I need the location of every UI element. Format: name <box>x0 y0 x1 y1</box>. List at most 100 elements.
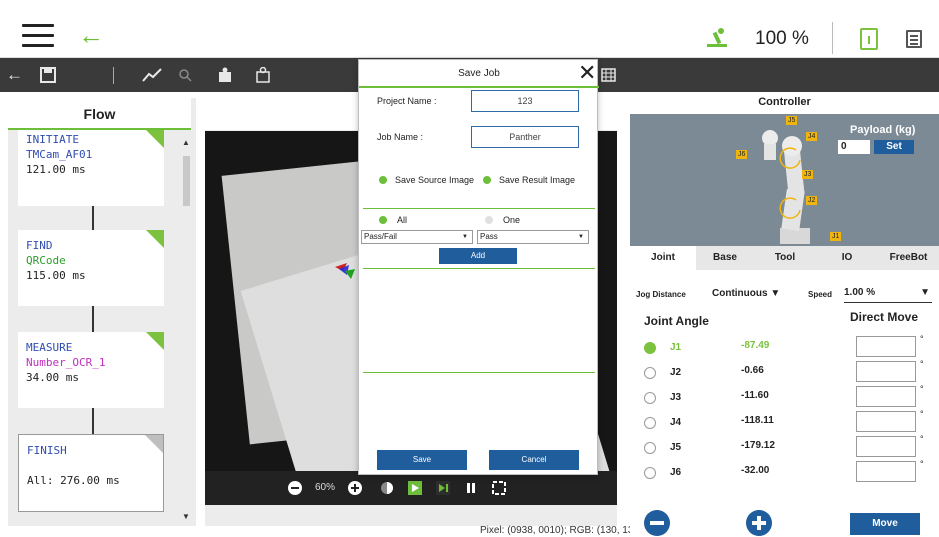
joint-value: -118.11 <box>741 415 774 426</box>
menu-icon[interactable] <box>22 24 54 48</box>
node-time: 34.00 ms <box>26 371 79 384</box>
flow-node-initiate[interactable]: INITIATE TMCam_AF01 121.00 ms <box>18 130 164 206</box>
degree-symbol: ° <box>920 434 924 444</box>
dialog-title: Save Job <box>359 60 599 88</box>
joint-row-j5: J5 -179.12 ° <box>630 434 939 460</box>
flow-node-measure[interactable]: MEASURE Number_OCR_1 34.00 ms <box>18 332 164 408</box>
direct-move-input-j5[interactable] <box>856 436 916 457</box>
option-all-label: All <box>397 215 408 225</box>
flow-node-find[interactable]: FIND QRCode 115.00 ms <box>18 230 164 306</box>
save-job-dialog: Save Job ✕ Project Name : 123 Job Name :… <box>358 59 599 475</box>
jog-plus-icon[interactable] <box>746 510 772 536</box>
option-one-label: One <box>503 215 521 225</box>
scroll-thumb[interactable] <box>183 156 190 206</box>
save-result-image-toggle[interactable] <box>483 176 491 184</box>
direct-move-input-j3[interactable] <box>856 386 916 407</box>
save-source-image-toggle[interactable] <box>379 176 387 184</box>
back-arrow-icon[interactable]: ← <box>78 22 104 48</box>
joint-tag-j2: J2 <box>806 196 818 205</box>
scroll-down-icon[interactable]: ▼ <box>182 512 190 521</box>
cancel-button[interactable]: Cancel <box>489 450 579 470</box>
node-name: QRCode <box>26 254 66 267</box>
contrast-icon[interactable] <box>379 480 395 496</box>
fit-screen-icon[interactable] <box>491 480 507 496</box>
flow-connector <box>92 206 94 230</box>
tab-tool[interactable]: Tool <box>754 246 816 270</box>
joint-radio-j1[interactable] <box>644 342 656 354</box>
option-one-radio[interactable] <box>485 216 493 224</box>
locate-icon[interactable] <box>178 68 192 82</box>
info-icon[interactable] <box>860 28 878 50</box>
joint-tag-j1: J1 <box>830 232 842 241</box>
option-all-radio[interactable] <box>379 216 387 224</box>
joint-name: J2 <box>670 367 682 378</box>
condition-select[interactable]: Pass/Fail ▼ <box>361 230 473 244</box>
speed-select-value: 1.00 % <box>844 287 876 298</box>
toolbar-divider <box>113 67 114 84</box>
chart-icon[interactable] <box>142 68 162 82</box>
robot-status-icon[interactable] <box>706 26 728 48</box>
node-corner-marker <box>146 332 164 350</box>
speed-select[interactable]: 1.00 % ▼ <box>844 287 932 303</box>
save-button[interactable]: Save <box>377 450 467 470</box>
jog-distance-select[interactable]: Continuous ▼ <box>712 288 780 299</box>
joint-row-j1: J1 -87.49 ° <box>630 334 939 360</box>
scroll-up-icon[interactable]: ▲ <box>182 138 190 147</box>
condition-select-value: Pass/Fail <box>364 232 397 241</box>
flow-connector <box>92 306 94 332</box>
joint-name: J1 <box>670 342 682 353</box>
panel-icon[interactable] <box>906 30 922 48</box>
joint-radio-j4[interactable] <box>644 417 656 429</box>
camera-settings-icon[interactable] <box>218 67 232 83</box>
move-button[interactable]: Move <box>850 513 920 535</box>
play-icon[interactable] <box>407 480 423 496</box>
save-result-image-label: Save Result Image <box>499 175 576 185</box>
degree-symbol: ° <box>920 459 924 469</box>
image-capture-icon[interactable] <box>256 67 270 83</box>
robot-view[interactable]: J5 J4 J6 J3 J2 J1 Payload (kg) 0 Set <box>630 114 939 246</box>
node-time: 121.00 ms <box>26 163 86 176</box>
controller-title: Controller <box>758 96 811 108</box>
result-select[interactable]: Pass ▼ <box>477 230 589 244</box>
dialog-divider <box>363 372 595 373</box>
jog-distance-label: Jog Distance <box>636 290 686 299</box>
project-name-field[interactable]: 123 <box>471 90 579 112</box>
zoom-in-icon[interactable] <box>347 480 363 496</box>
jog-minus-icon[interactable] <box>644 510 670 536</box>
joint-radio-j3[interactable] <box>644 392 656 404</box>
flow-node-finish[interactable]: FINISH All: 276.00 ms <box>18 434 164 512</box>
zoom-level: 60% <box>315 482 336 493</box>
close-icon[interactable]: ✕ <box>578 62 596 84</box>
zoom-out-icon[interactable] <box>287 480 303 496</box>
degree-symbol: ° <box>920 359 924 369</box>
save-icon[interactable] <box>40 67 56 83</box>
step-icon[interactable] <box>435 480 451 496</box>
direct-move-input-j1[interactable] <box>856 336 916 357</box>
joint-name: J4 <box>670 417 682 428</box>
divider <box>832 22 833 54</box>
payload-input[interactable]: 0 <box>838 140 870 154</box>
pause-icon[interactable] <box>463 480 479 496</box>
tab-freebot[interactable]: FreeBot <box>878 246 939 270</box>
job-name-field[interactable]: Panther <box>471 126 579 148</box>
degree-symbol: ° <box>920 384 924 394</box>
back-icon[interactable]: ← <box>6 66 23 84</box>
direct-move-input-j4[interactable] <box>856 411 916 432</box>
joint-radio-j5[interactable] <box>644 442 656 454</box>
direct-move-input-j2[interactable] <box>856 361 916 382</box>
dialog-divider <box>363 208 595 209</box>
joint-radio-j6[interactable] <box>644 467 656 479</box>
grid-icon[interactable] <box>601 68 616 82</box>
flow-connector <box>92 408 94 434</box>
flow-title: Flow <box>8 98 191 130</box>
set-button[interactable]: Set <box>874 140 914 154</box>
flow-scrollbar[interactable]: ▲ ▼ <box>180 138 194 524</box>
direct-move-input-j6[interactable] <box>856 461 916 482</box>
tab-io[interactable]: IO <box>816 246 878 270</box>
add-button[interactable]: Add <box>439 248 517 264</box>
chevron-down-icon: ▼ <box>462 234 468 240</box>
joint-radio-j2[interactable] <box>644 367 656 379</box>
tab-base[interactable]: Base <box>696 246 754 270</box>
joint-value: -87.49 <box>741 340 770 351</box>
tab-joint[interactable]: Joint <box>630 246 696 270</box>
